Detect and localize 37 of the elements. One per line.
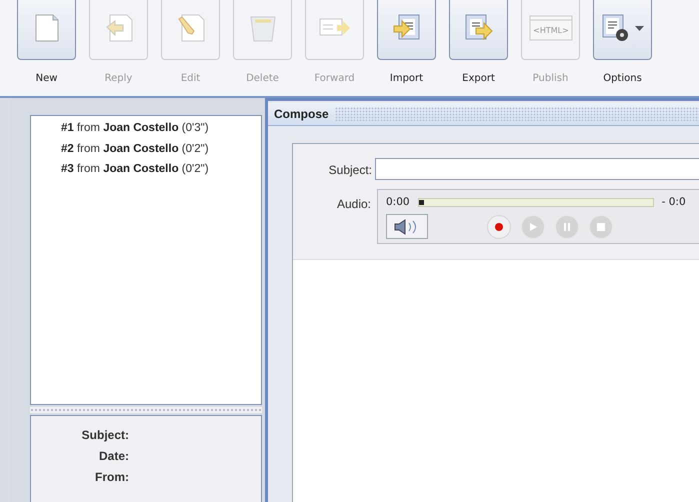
remaining-time: - 0:0 [662, 196, 686, 208]
volume-button[interactable] [386, 214, 428, 239]
toolbar-label: Edit [180, 73, 200, 84]
stop-icon [597, 222, 605, 230]
toolbar-label: Publish [532, 73, 568, 84]
toolbar-label: New [36, 73, 58, 84]
details-label: Date: [98, 448, 129, 465]
message-item[interactable]: #1 from Joan Costello (0'3") [61, 118, 261, 138]
toolbar-label: Import [390, 73, 424, 84]
window-title: Compose [274, 107, 329, 121]
toolbar-label: Delete [246, 73, 279, 84]
subject-field[interactable] [375, 158, 699, 180]
export-document-icon [464, 13, 494, 43]
toolbar-label: Reply [104, 73, 132, 84]
toolbar-label: Export [462, 73, 495, 84]
html-page-icon: <HTML> [528, 15, 572, 41]
toolbar-label: Options [603, 73, 642, 84]
details-label: Subject: [80, 427, 129, 444]
play-icon [529, 222, 537, 230]
message-item[interactable]: #2 from Joan Costello (0'2") [61, 138, 261, 159]
elapsed-time: 0:00 [386, 196, 410, 208]
record-icon [495, 222, 503, 230]
audio-label: Audio: [336, 196, 372, 211]
progress-thumb[interactable] [418, 200, 424, 204]
subject-label: Subject: [328, 162, 372, 176]
toolbar-label: Forward [314, 73, 355, 84]
document-gear-icon [601, 13, 631, 43]
pencil-page-icon [176, 13, 206, 43]
page-arrow-icon [104, 13, 134, 43]
toolbar-button[interactable] [593, 0, 652, 60]
blank-page-icon [34, 13, 60, 43]
message-item[interactable]: #3 from Joan Costello (0'2") [61, 159, 261, 180]
media-button[interactable] [487, 214, 511, 238]
splitter-handle[interactable] [30, 407, 262, 413]
pause-icon [563, 222, 571, 230]
details-label: From: [94, 469, 129, 486]
message-editor[interactable] [293, 260, 699, 502]
